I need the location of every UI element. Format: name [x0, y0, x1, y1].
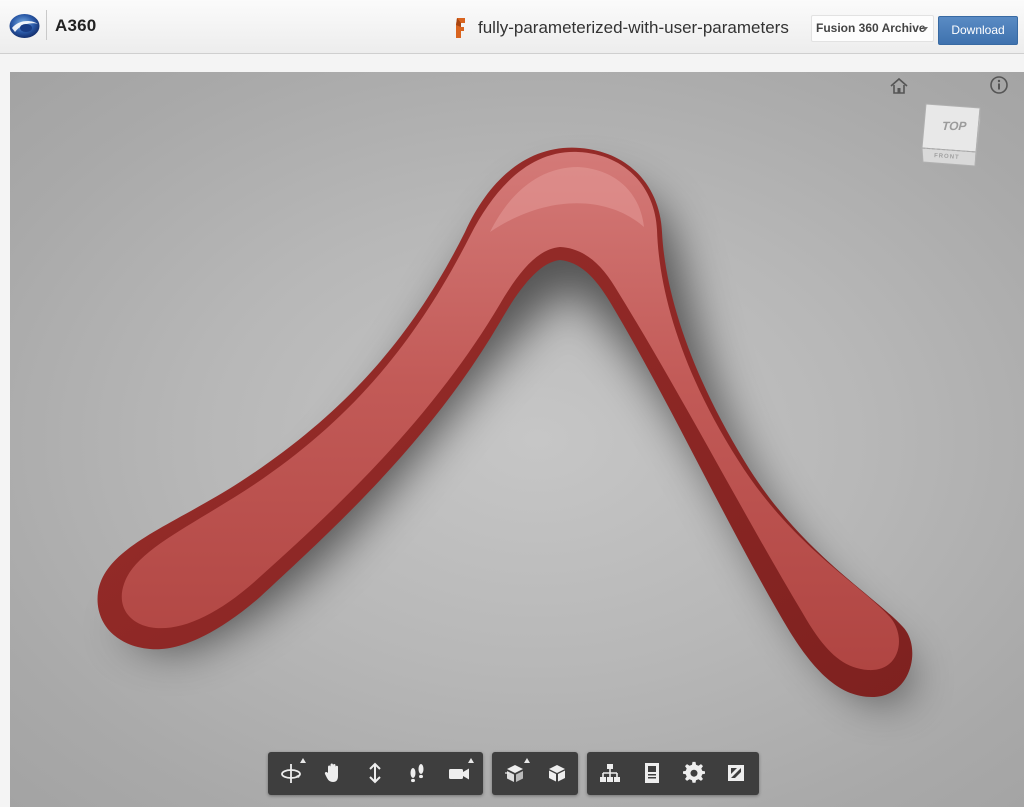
3d-viewer[interactable]: TOP FRONT — [10, 72, 1024, 807]
properties-button[interactable] — [631, 752, 673, 795]
explode-icon — [505, 765, 523, 782]
section-button[interactable] — [536, 752, 578, 795]
archive-format-value: Fusion 360 Archive — [816, 21, 926, 35]
flyout-marker — [300, 758, 306, 763]
explode-button[interactable] — [494, 752, 536, 795]
flyout-marker — [468, 758, 474, 763]
a360-logo-icon[interactable] — [9, 13, 40, 39]
fullscreen-icon — [728, 765, 744, 781]
logo-divider — [46, 10, 47, 40]
home-icon[interactable] — [888, 76, 910, 96]
settings-icon — [683, 761, 705, 783]
model-browser-icon — [600, 764, 620, 782]
camera-icon — [449, 768, 469, 780]
orbit-icon — [281, 764, 301, 783]
navigation-toolbar — [268, 752, 483, 795]
model-toolbar — [492, 752, 578, 795]
top-bar: A360 fully-parameterized-with-user-param… — [0, 0, 1024, 54]
inspect-toolbar — [587, 752, 759, 795]
file-title: fully-parameterized-with-user-parameters — [478, 18, 789, 37]
camera-button[interactable] — [438, 752, 480, 795]
chevron-down-icon — [922, 27, 928, 31]
model-canvas[interactable] — [10, 72, 1024, 807]
first-person-button[interactable] — [396, 752, 438, 795]
pan-button[interactable] — [312, 752, 354, 795]
zoom-button[interactable] — [354, 752, 396, 795]
view-cube[interactable]: TOP FRONT — [918, 100, 984, 170]
fusion-file-icon — [456, 18, 465, 38]
app-name[interactable]: A360 — [55, 16, 96, 36]
pan-icon — [324, 763, 338, 782]
archive-format-select[interactable]: Fusion 360 Archive — [811, 15, 934, 42]
zoom-icon — [369, 762, 381, 784]
model-browser-button[interactable] — [589, 752, 631, 795]
section-icon — [549, 765, 565, 782]
properties-icon — [645, 763, 659, 783]
flyout-marker — [524, 758, 530, 763]
fullscreen-button[interactable] — [715, 752, 757, 795]
download-button[interactable]: Download — [938, 16, 1018, 45]
first-person-icon — [410, 764, 424, 783]
view-cube-top-label: TOP — [941, 119, 967, 133]
info-icon[interactable] — [989, 75, 1009, 95]
orbit-button[interactable] — [270, 752, 312, 795]
settings-button[interactable] — [673, 752, 715, 795]
